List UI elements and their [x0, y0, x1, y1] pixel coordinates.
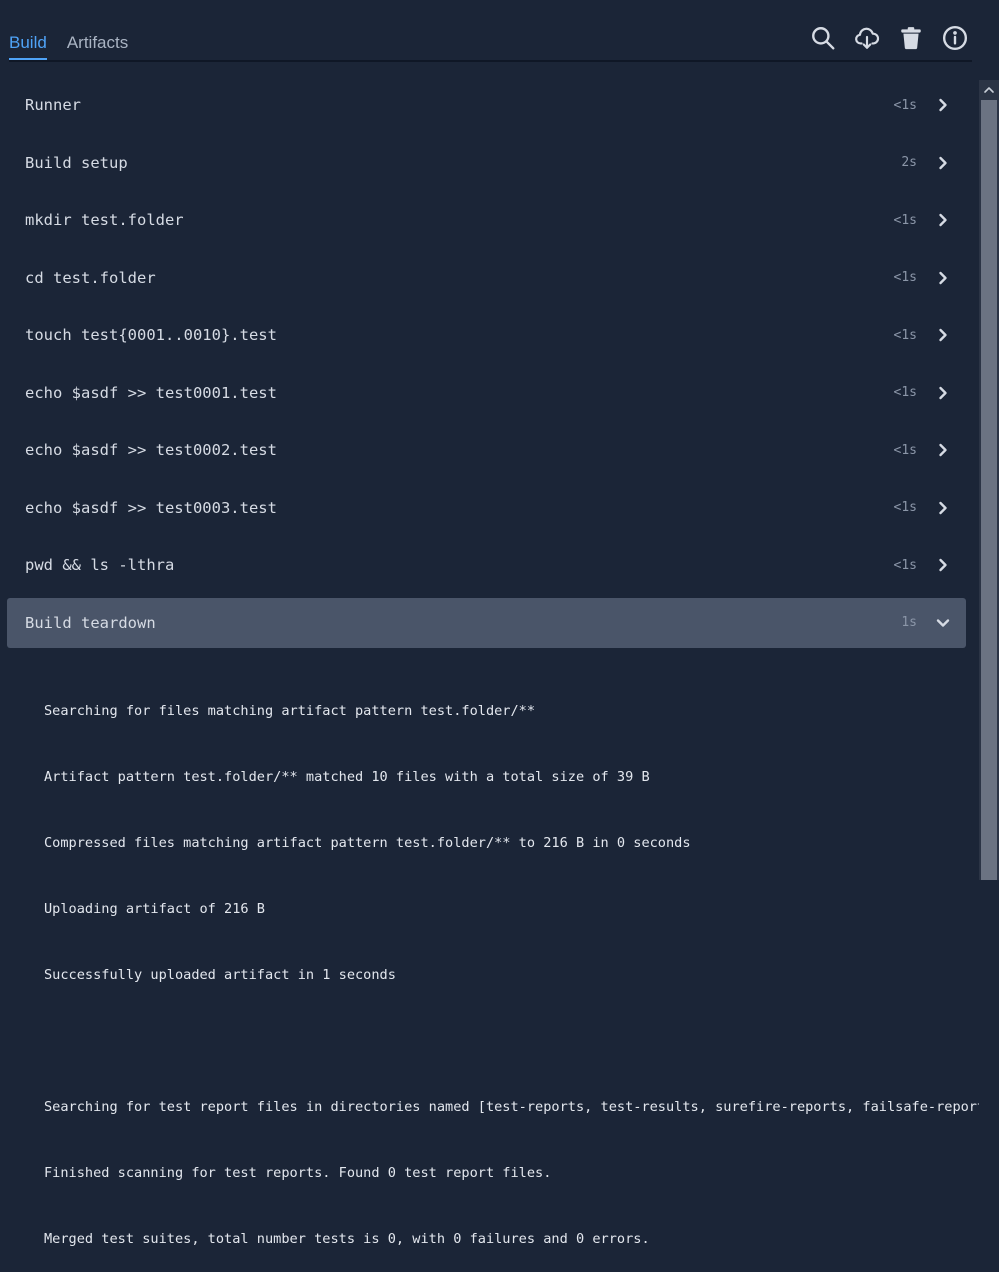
tab-divider — [9, 60, 972, 62]
chevron-down-icon — [935, 615, 951, 631]
chevron-right-icon — [935, 97, 951, 113]
log-line: Compressed files matching artifact patte… — [44, 835, 691, 851]
tab-bar: Build Artifacts — [9, 33, 128, 61]
scroll-up-arrow-icon[interactable] — [979, 80, 999, 100]
step-duration: 2s — [901, 155, 917, 170]
step-duration: <1s — [893, 327, 917, 343]
step-duration: <1s — [893, 500, 917, 515]
step-duration: <1s — [893, 97, 917, 113]
step-name: mkdir test.folder — [25, 211, 184, 229]
step-row[interactable]: echo $asdf >> test0001.test <1s — [7, 368, 966, 418]
log-line: Artifact pattern test.folder/** matched … — [44, 769, 650, 785]
toolbar — [809, 24, 969, 52]
step-name: echo $asdf >> test0001.test — [25, 383, 277, 402]
scrollbar-thumb[interactable] — [981, 100, 997, 880]
step-duration: <1s — [893, 557, 917, 573]
step-name: echo $asdf >> test0003.test — [25, 498, 277, 517]
step-row[interactable]: pwd && ls -lthra <1s — [7, 540, 966, 590]
step-row[interactable]: touch test{0001..0010}.test <1s — [7, 310, 966, 360]
step-row[interactable]: Runner <1s — [7, 80, 966, 130]
top-bar: Build Artifacts — [0, 0, 999, 62]
step-name: touch test{0001..0010}.test — [25, 326, 277, 344]
log-line: Finished scanning for test reports. Foun… — [44, 1165, 552, 1181]
cloud-download-icon[interactable] — [853, 24, 881, 52]
log-line: Uploading artifact of 216 B — [44, 901, 265, 917]
chevron-right-icon — [935, 270, 951, 286]
tab-build[interactable]: Build — [9, 33, 47, 61]
step-duration: <1s — [893, 212, 917, 228]
step-name: pwd && ls -lthra — [25, 556, 175, 574]
step-row[interactable]: echo $asdf >> test0003.test <1s — [7, 483, 966, 533]
log-line: Searching for test report files in direc… — [44, 1099, 979, 1115]
step-duration: <1s — [893, 270, 917, 285]
step-duration: 1s — [901, 615, 917, 630]
step-row-expanded[interactable]: Build teardown 1s — [7, 597, 966, 648]
chevron-right-icon — [935, 557, 951, 573]
chevron-right-icon — [935, 327, 951, 343]
info-icon[interactable] — [941, 24, 969, 52]
step-row[interactable]: cd test.folder <1s — [7, 253, 966, 303]
step-log-output: Searching for files matching artifact pa… — [44, 656, 979, 1272]
vertical-scrollbar[interactable] — [979, 80, 999, 880]
step-row[interactable]: mkdir test.folder <1s — [7, 195, 966, 245]
search-icon[interactable] — [809, 24, 837, 52]
log-line: Merged test suites, total number tests i… — [44, 1231, 650, 1247]
step-name: cd test.folder — [25, 268, 156, 287]
log-line: Searching for files matching artifact pa… — [44, 703, 536, 719]
step-duration: <1s — [893, 385, 917, 400]
step-name: echo $asdf >> test0002.test — [25, 441, 277, 459]
chevron-right-icon — [935, 442, 951, 458]
step-name: Build teardown — [25, 613, 156, 632]
build-steps-list: Runner <1s Build setup 2s mkdir test.fol… — [7, 80, 966, 655]
chevron-right-icon — [935, 500, 951, 516]
tab-artifacts[interactable]: Artifacts — [67, 33, 128, 61]
log-line: Successfully uploaded artifact in 1 seco… — [44, 967, 396, 983]
step-row[interactable]: echo $asdf >> test0002.test <1s — [7, 425, 966, 475]
chevron-right-icon — [935, 385, 951, 401]
step-duration: <1s — [893, 442, 917, 458]
step-name: Runner — [25, 96, 81, 114]
step-name: Build setup — [25, 153, 128, 172]
chevron-right-icon — [935, 212, 951, 228]
chevron-right-icon — [935, 155, 951, 171]
trash-icon[interactable] — [897, 24, 925, 52]
step-row[interactable]: Build setup 2s — [7, 138, 966, 188]
